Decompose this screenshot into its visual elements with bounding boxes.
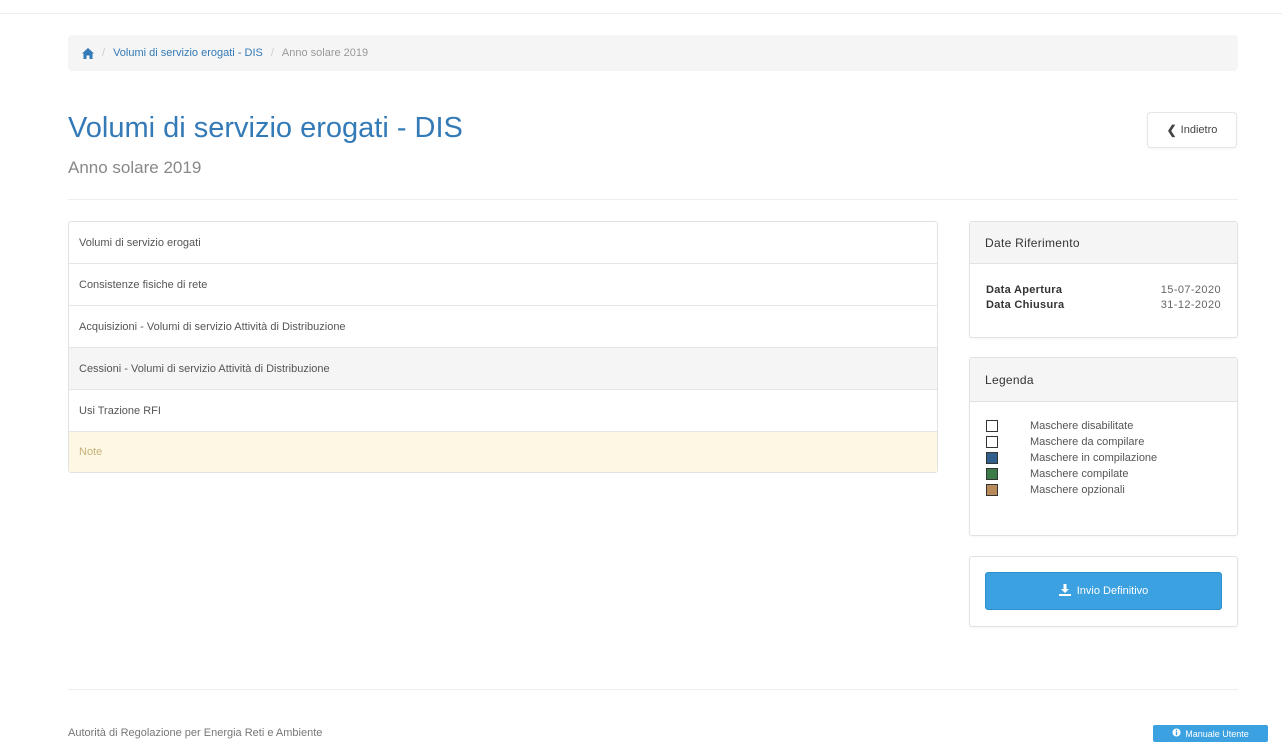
legend-item: Maschere in compilazione bbox=[986, 450, 1221, 466]
list-item[interactable]: Cessioni - Volumi di servizio Attività d… bbox=[69, 348, 937, 390]
home-icon[interactable] bbox=[82, 47, 94, 59]
legend-item: Maschere disabilitate bbox=[986, 418, 1221, 434]
legend-swatch bbox=[986, 436, 998, 448]
list-item-label: Volumi di servizio erogati bbox=[79, 236, 201, 249]
legend-item: Maschere da compilare bbox=[986, 434, 1221, 450]
closing-date-label: Data Chiusura bbox=[986, 299, 1065, 311]
legend-swatch bbox=[986, 452, 998, 464]
back-button[interactable]: ❮ Indietro bbox=[1147, 112, 1237, 148]
footer-authority: Autorità di Regolazione per Energia Reti… bbox=[68, 727, 323, 739]
breadcrumb-separator: / bbox=[102, 47, 106, 59]
list-item-label: Acquisizioni - Volumi di servizio Attivi… bbox=[79, 320, 346, 333]
final-submit-label: Invio Definitivo bbox=[1076, 585, 1149, 597]
legend-label: Maschere in compilazione bbox=[1030, 452, 1158, 464]
mask-list: Volumi di servizio erogati Consistenze f… bbox=[68, 221, 938, 473]
list-item-label: Note bbox=[79, 446, 103, 458]
legend-label: Maschere compilate bbox=[1030, 468, 1129, 480]
legend-label: Maschere opzionali bbox=[1030, 484, 1125, 496]
opening-date-value: 15-07-2020 bbox=[1160, 284, 1221, 296]
opening-date-row: Data Apertura 15-07-2020 bbox=[986, 283, 1221, 298]
download-icon bbox=[1058, 583, 1071, 599]
legend-item: Maschere compilate bbox=[986, 466, 1221, 482]
back-button-label: Indietro bbox=[1180, 124, 1218, 136]
list-item-label: Consistenze fisiche di rete bbox=[79, 278, 208, 291]
legend-swatch bbox=[986, 420, 998, 432]
page-subtitle: Anno solare 2019 bbox=[68, 158, 202, 177]
legend-item: Maschere opzionali bbox=[986, 482, 1221, 498]
legend-label: Maschere disabilitate bbox=[1030, 420, 1134, 432]
list-item[interactable]: Consistenze fisiche di rete bbox=[69, 264, 937, 306]
legend-swatch bbox=[986, 484, 998, 496]
manual-button[interactable]: Manuale Utente bbox=[1153, 725, 1268, 742]
breadcrumb-current: Anno solare 2019 bbox=[281, 47, 369, 59]
divider bbox=[68, 199, 1238, 200]
dates-panel: Date Riferimento Data Apertura 15-07-202… bbox=[969, 221, 1238, 338]
list-item-label: Cessioni - Volumi di servizio Attività d… bbox=[79, 362, 330, 375]
closing-date-row: Data Chiusura 31-12-2020 bbox=[986, 298, 1221, 313]
legend-swatch bbox=[986, 468, 998, 480]
list-item-note[interactable]: Note bbox=[69, 432, 937, 472]
chevron-left-icon: ❮ bbox=[1166, 123, 1177, 137]
opening-date-label: Data Apertura bbox=[986, 284, 1063, 296]
list-item[interactable]: Usi Trazione RFI bbox=[69, 390, 937, 432]
footer-divider bbox=[68, 689, 1238, 690]
top-bar bbox=[0, 0, 1282, 14]
legend-panel-title: Legenda bbox=[970, 358, 1237, 402]
legend-panel: Legenda Maschere disabilitate Maschere d… bbox=[969, 357, 1238, 536]
page-title: Volumi di servizio erogati - DIS bbox=[68, 112, 463, 144]
breadcrumb-separator: / bbox=[270, 47, 274, 59]
manual-button-label: Manuale Utente bbox=[1185, 728, 1249, 739]
dates-panel-title: Date Riferimento bbox=[970, 222, 1237, 264]
info-circle-icon bbox=[1172, 728, 1181, 739]
closing-date-value: 31-12-2020 bbox=[1160, 299, 1221, 311]
breadcrumb-link[interactable]: Volumi di servizio erogati - DIS bbox=[113, 47, 263, 59]
list-item[interactable]: Acquisizioni - Volumi di servizio Attivi… bbox=[69, 306, 937, 348]
legend-label: Maschere da compilare bbox=[1030, 436, 1145, 448]
actions-panel: Invio Definitivo bbox=[969, 556, 1238, 627]
list-item-label: Usi Trazione RFI bbox=[79, 404, 161, 417]
list-item[interactable]: Volumi di servizio erogati bbox=[69, 222, 937, 264]
final-submit-button[interactable]: Invio Definitivo bbox=[985, 572, 1222, 610]
breadcrumb: / Volumi di servizio erogati - DIS / Ann… bbox=[68, 35, 1238, 71]
